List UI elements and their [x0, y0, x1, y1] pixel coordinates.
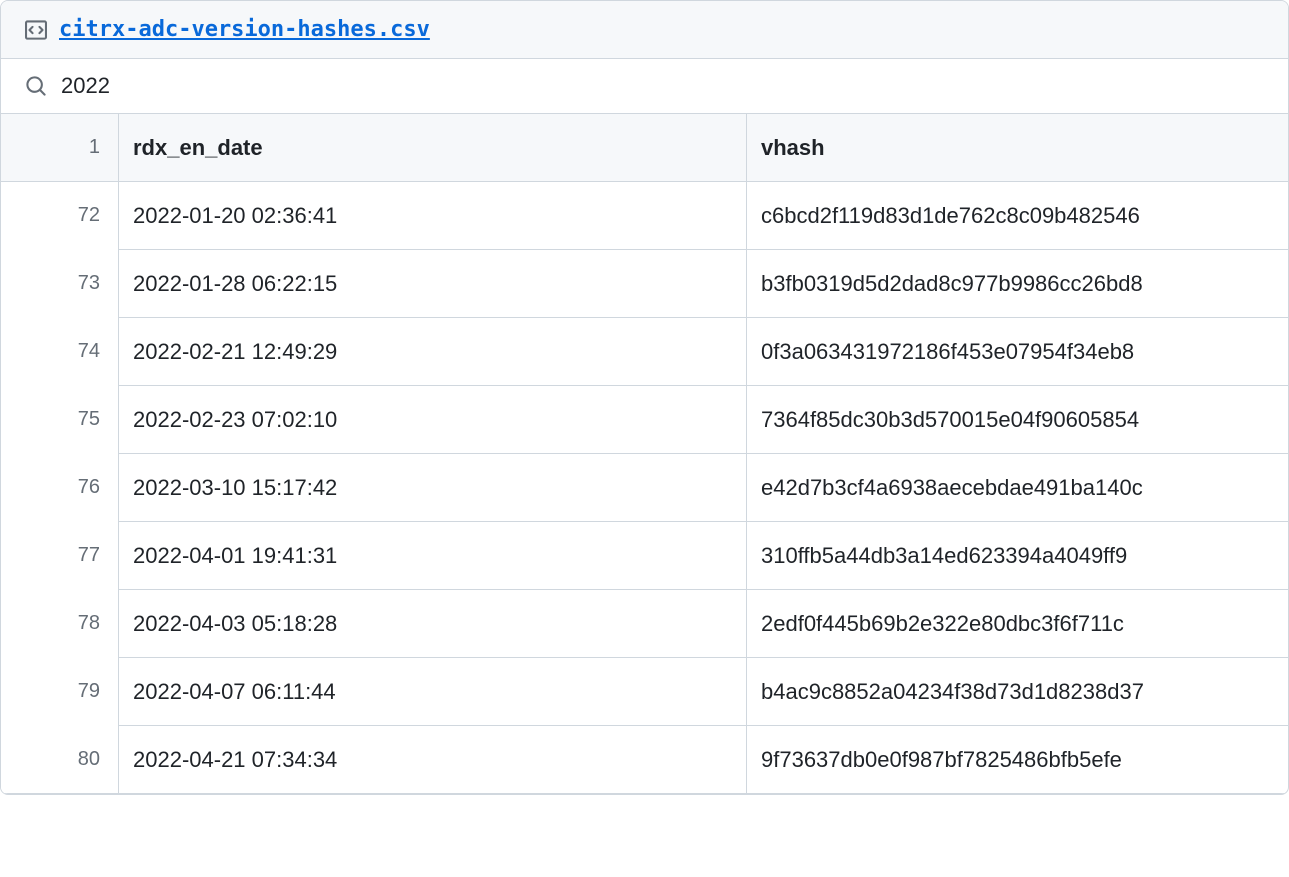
cell-date: 2022-04-21 07:34:34	[119, 726, 746, 794]
cell-hash: b3fb0319d5d2dad8c977b9986cc26bd8	[747, 250, 1288, 318]
line-number[interactable]: 80	[1, 726, 118, 794]
line-number[interactable]: 73	[1, 250, 118, 318]
cell-hash: 310ffb5a44db3a14ed623394a4049ff9	[747, 522, 1288, 590]
line-number[interactable]: 77	[1, 522, 118, 590]
cell-date: 2022-04-03 05:18:28	[119, 590, 746, 658]
column-header-hash[interactable]: vhash	[747, 114, 1288, 182]
file-view-panel: citrx-adc-version-hashes.csv 1 72 73 74 …	[0, 0, 1289, 795]
cell-hash: b4ac9c8852a04234f38d73d1d8238d37	[747, 658, 1288, 726]
cell-hash: 2edf0f445b69b2e322e80dbc3f6f711c	[747, 590, 1288, 658]
cell-date: 2022-01-20 02:36:41	[119, 182, 746, 250]
cell-hash: 0f3a063431972186f453e07954f34eb8	[747, 318, 1288, 386]
cell-date: 2022-02-23 07:02:10	[119, 386, 746, 454]
cell-date: 2022-02-21 12:49:29	[119, 318, 746, 386]
file-header: citrx-adc-version-hashes.csv	[1, 1, 1288, 59]
cell-hash: e42d7b3cf4a6938aecebdae491ba140c	[747, 454, 1288, 522]
column-vhash: vhash c6bcd2f119d83d1de762c8c09b482546 b…	[747, 114, 1288, 794]
csv-table: 1 72 73 74 75 76 77 78 79 80 rdx_en_date…	[1, 114, 1288, 794]
search-icon	[25, 75, 47, 97]
cell-hash: 7364f85dc30b3d570015e04f90605854	[747, 386, 1288, 454]
cell-date: 2022-01-28 06:22:15	[119, 250, 746, 318]
line-number[interactable]: 75	[1, 386, 118, 454]
column-rdx-en-date: rdx_en_date 2022-01-20 02:36:41 2022-01-…	[119, 114, 747, 794]
line-number[interactable]: 78	[1, 590, 118, 658]
code-file-icon	[25, 19, 47, 41]
line-number[interactable]: 72	[1, 182, 118, 250]
file-name-link[interactable]: citrx-adc-version-hashes.csv	[59, 17, 430, 42]
data-columns: rdx_en_date 2022-01-20 02:36:41 2022-01-…	[119, 114, 1288, 794]
cell-date: 2022-04-07 06:11:44	[119, 658, 746, 726]
column-header-date[interactable]: rdx_en_date	[119, 114, 746, 182]
header-line-number: 1	[1, 114, 118, 182]
cell-date: 2022-03-10 15:17:42	[119, 454, 746, 522]
search-bar	[1, 59, 1288, 114]
line-number[interactable]: 76	[1, 454, 118, 522]
line-number-gutter: 1 72 73 74 75 76 77 78 79 80	[1, 114, 119, 794]
cell-hash: 9f73637db0e0f987bf7825486bfb5efe	[747, 726, 1288, 794]
cell-date: 2022-04-01 19:41:31	[119, 522, 746, 590]
line-number[interactable]: 79	[1, 658, 118, 726]
line-number[interactable]: 74	[1, 318, 118, 386]
cell-hash: c6bcd2f119d83d1de762c8c09b482546	[747, 182, 1288, 250]
search-input[interactable]	[61, 73, 1264, 99]
